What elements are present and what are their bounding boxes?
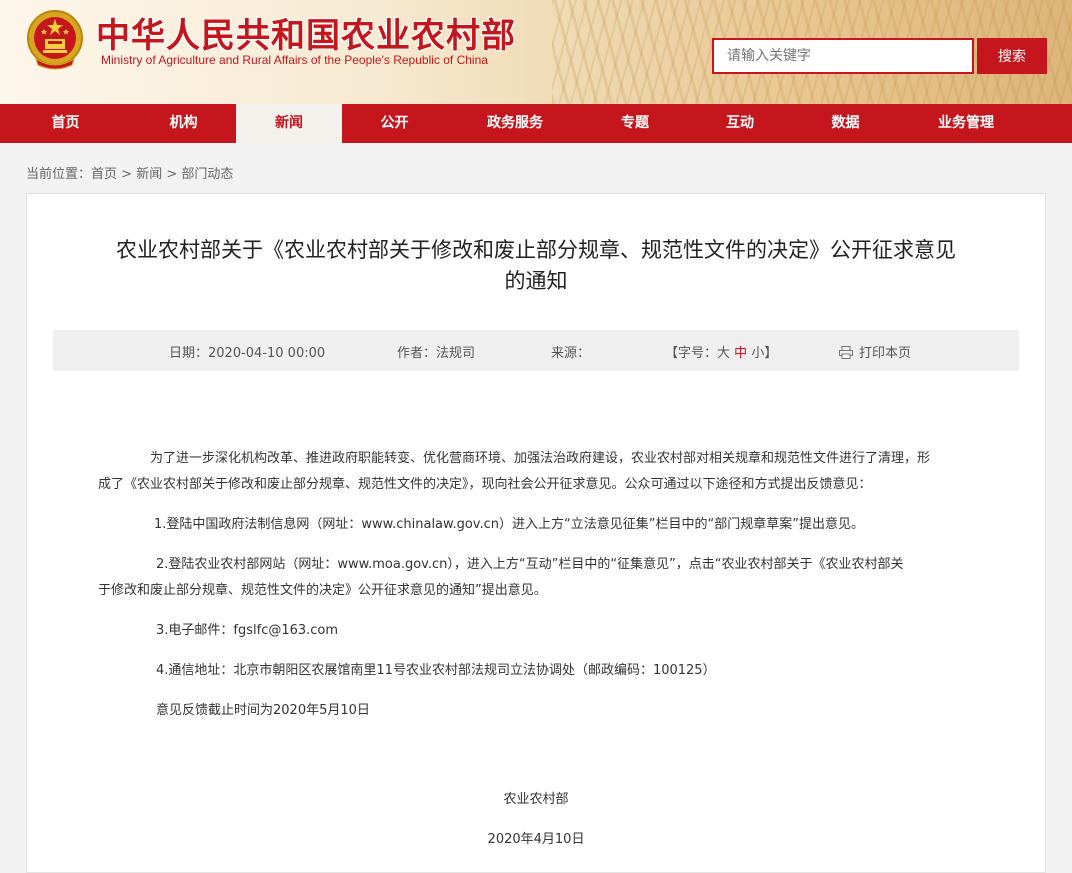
article-meta-bar: 日期：2020-04-10 00:00 作者：法规司 来源： 【字号：大 中 小… (53, 330, 1019, 371)
article-title-line: 农业农村部关于《农业农村部关于修改和废止部分规章、规范性文件的决定》公开征求意见 (116, 238, 956, 262)
search-box (712, 38, 974, 74)
feedback-item-2: 2.登陆农业农村部网站（网址：www.moa.gov.cn），进入上方“互动”栏… (156, 557, 904, 572)
nav-item-business-management[interactable]: 业务管理 (898, 104, 1034, 143)
breadcrumb-prefix: 当前位置： (26, 167, 92, 182)
article-paragraph: 成了《农业农村部关于修改和废止部分规章、规范性文件的决定》，现向社会公开征求意见… (98, 477, 872, 492)
search-button[interactable]: 搜索 (977, 38, 1047, 74)
font-size-large-button[interactable]: 大 (717, 346, 730, 361)
nav-item-government-services[interactable]: 政务服务 (447, 104, 583, 143)
main-nav: 首页 机构 新闻 公开 政务服务 专题 互动 数据 业务管理 (0, 104, 1072, 143)
article-panel: 农业农村部关于《农业农村部关于修改和废止部分规章、规范性文件的决定》公开征求意见… (26, 193, 1046, 873)
font-size-control: 【字号：大 中 小】 (665, 342, 777, 361)
font-size-small-button[interactable]: 小 (751, 346, 764, 361)
nav-item-organization[interactable]: 机构 (131, 104, 236, 143)
article-paragraph: 为了进一步深化机构改革、推进政府职能转变、优化营商环境、加强法治政府建设，农业农… (150, 451, 931, 466)
site-title[interactable]: 中华人民共和国农业农村部 (96, 8, 516, 57)
article-body: 为了进一步深化机构改革、推进政府职能转变、优化营商环境、加强法治政府建设，农业农… (98, 446, 978, 724)
article-signature: 农业农村部 (503, 792, 569, 807)
feedback-deadline: 意见反馈截止时间为2020年5月10日 (156, 703, 370, 718)
breadcrumb-item-news[interactable]: 新闻 (136, 167, 162, 182)
font-size-suffix: 】 (764, 346, 778, 361)
font-size-prefix: 【字号： (665, 346, 718, 361)
article-date: 日期：2020-04-10 00:00 (169, 346, 326, 361)
feedback-item-3: 3.电子邮件：fgslfc@163.com (156, 623, 339, 638)
nav-item-public[interactable]: 公开 (342, 104, 447, 143)
site-header: 中华人民共和国农业农村部 Ministry of Agriculture and… (0, 0, 1072, 104)
nav-item-interaction[interactable]: 互动 (687, 104, 793, 143)
feedback-item-1: 1.登陆中国政府法制信息网（网址：www.chinalaw.gov.cn）进入上… (154, 517, 864, 532)
nav-item-news[interactable]: 新闻 (236, 104, 342, 143)
breadcrumb: 当前位置：首页 > 新闻 > 部门动态 (26, 163, 233, 182)
article-source: 来源： (551, 346, 591, 361)
breadcrumb-separator: > (117, 167, 137, 182)
breadcrumb-separator: > (162, 167, 182, 182)
font-size-medium-button[interactable]: 中 (734, 346, 747, 361)
print-page-label: 打印本页 (859, 346, 912, 361)
site-subtitle: Ministry of Agriculture and Rural Affair… (101, 53, 488, 67)
article-title: 农业农村部关于《农业农村部关于修改和废止部分规章、规范性文件的决定》公开征求意见… (27, 235, 1045, 297)
search-input[interactable] (714, 40, 972, 72)
national-emblem-icon[interactable] (26, 9, 84, 71)
breadcrumb-item-department-news[interactable]: 部门动态 (181, 167, 233, 182)
article-title-line: 的通知 (504, 269, 568, 293)
nav-item-topics[interactable]: 专题 (583, 104, 687, 143)
print-page-button[interactable]: 打印本页 (839, 342, 911, 361)
article-sign-date: 2020年4月10日 (487, 832, 585, 847)
nav-item-home[interactable]: 首页 (0, 104, 131, 143)
feedback-item-4: 4.通信地址：北京市朝阳区农展馆南里11号农业农村部法规司立法协调处（邮政编码：… (156, 663, 716, 678)
printer-icon (839, 346, 853, 359)
nav-item-data[interactable]: 数据 (793, 104, 898, 143)
breadcrumb-item-home[interactable]: 首页 (91, 167, 117, 182)
article-author: 作者：法规司 (397, 346, 476, 361)
feedback-item-2-continued: 于修改和废止部分规章、规范性文件的决定》公开征求意见的通知”提出意见。 (98, 583, 547, 598)
